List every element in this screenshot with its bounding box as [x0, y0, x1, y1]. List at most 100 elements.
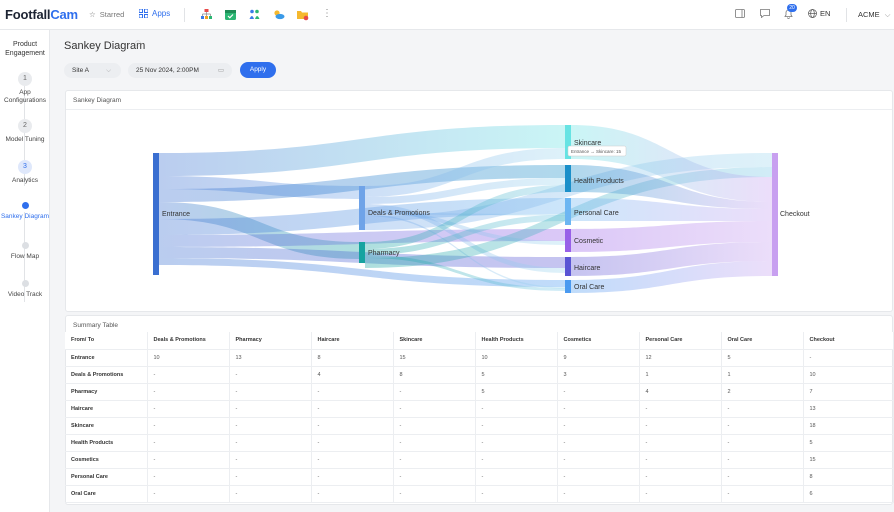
node-label-checkout: Checkout — [780, 211, 810, 218]
table-cell: - — [721, 468, 804, 486]
row-header-cell: Oral Care — [65, 485, 148, 503]
table-cell: - — [475, 434, 558, 452]
table-cell: - — [229, 434, 312, 452]
column-header: Haircare — [311, 332, 394, 350]
node-oral[interactable] — [565, 280, 571, 293]
table-cell: - — [721, 451, 804, 469]
table-row: Oral Care - - - - - - - -6 — [65, 485, 894, 503]
node-label-oral: Oral Care — [574, 284, 604, 291]
table-cell: - — [557, 451, 640, 469]
row-header-cell: Haircare — [65, 400, 148, 418]
card-title: Summary Table — [73, 322, 119, 329]
table-cell: - — [721, 485, 804, 503]
table-cell: 13 — [803, 400, 894, 418]
table-cell: 1 — [639, 366, 722, 384]
table-cell: - — [393, 468, 476, 486]
row-header-cell: Health Products — [65, 434, 148, 452]
table-row: Skincare - - - - - - - -18 — [65, 417, 894, 435]
table-row: Pharmacy - - - -5-4 2 7 — [65, 383, 894, 401]
node-label-haircare: Haircare — [574, 265, 601, 272]
node-cosmetic[interactable] — [565, 229, 571, 252]
table-cell: - — [393, 434, 476, 452]
node-label-cosmetic: Cosmetic — [574, 238, 604, 245]
column-header: Personal Care — [639, 332, 722, 350]
table-cell: - — [475, 485, 558, 503]
table-cell: - — [721, 417, 804, 435]
table-cell: 10 — [475, 349, 558, 367]
node-deals[interactable] — [359, 186, 365, 230]
link-tooltip: Entrance → Skincare: 15 — [567, 145, 627, 157]
table-cell: - — [639, 400, 722, 418]
table-cell: - — [147, 451, 230, 469]
row-header-cell: Entrance — [65, 349, 148, 367]
table-cell: - — [475, 451, 558, 469]
node-health[interactable] — [565, 165, 571, 192]
table-cell: - — [147, 383, 230, 401]
table-cell: 2 — [721, 383, 804, 401]
table-cell: - — [393, 451, 476, 469]
column-header: Oral Care — [721, 332, 804, 350]
table-cell: - — [639, 417, 722, 435]
table-cell: 3 — [557, 366, 640, 384]
table-cell: - — [311, 451, 394, 469]
table-cell: - — [311, 485, 394, 503]
table-cell: - — [721, 434, 804, 452]
table-cell: 6 — [803, 485, 894, 503]
table-cell: - — [311, 400, 394, 418]
row-header-cell: Cosmetics — [65, 451, 148, 469]
column-header: Cosmetics — [557, 332, 640, 350]
table-cell: - — [475, 417, 558, 435]
table-cell: 8 — [803, 468, 894, 486]
row-header-cell: Personal Care — [65, 468, 148, 486]
table-cell: 10 — [803, 366, 894, 384]
table-cell: - — [557, 383, 640, 401]
table-cell: 5 — [721, 349, 804, 367]
table-row: Haircare - - - - - - - -13 — [65, 400, 894, 418]
table-cell: - — [229, 417, 312, 435]
table-cell: - — [311, 383, 394, 401]
table-cell: - — [393, 417, 476, 435]
table-row: Entrance 10 13 8 15 10 9 12 5- — [65, 349, 894, 367]
node-label-pharmacy: Pharmacy — [368, 250, 400, 257]
node-entrance[interactable] — [153, 153, 159, 275]
table-cell: - — [311, 417, 394, 435]
row-header-cell: Pharmacy — [65, 383, 148, 401]
table-cell: - — [639, 451, 722, 469]
node-personal[interactable] — [565, 198, 571, 225]
table-cell: 1 — [721, 366, 804, 384]
table-cell: - — [557, 417, 640, 435]
table-cell: - — [557, 468, 640, 486]
table-cell: - — [229, 366, 312, 384]
sankey-links — [159, 125, 772, 293]
node-label-personal: Personal Care — [574, 210, 619, 217]
table-cell: - — [639, 468, 722, 486]
node-label-entrance: Entrance — [162, 211, 190, 218]
table-header-row: From/ To Deals & Promotions Pharmacy Hairca… — [65, 332, 894, 350]
table-row: Deals & Promotions - -4 8 5 3 1 1 10 — [65, 366, 894, 384]
column-header: Skincare — [393, 332, 476, 350]
node-checkout[interactable] — [772, 153, 778, 276]
table-cell: 4 — [311, 366, 394, 384]
table-cell: 10 — [147, 349, 230, 367]
row-header-cell: Deals & Promotions — [65, 366, 148, 384]
table-cell: - — [639, 485, 722, 503]
table-cell: 9 — [557, 349, 640, 367]
table-cell: - — [557, 434, 640, 452]
table-cell: 18 — [803, 417, 894, 435]
node-haircare[interactable] — [565, 257, 571, 276]
table-cell: - — [147, 417, 230, 435]
table-cell: - — [147, 400, 230, 418]
column-header: Checkout — [803, 332, 894, 350]
table-cell: - — [721, 400, 804, 418]
table-row: Cosmetics - - - - - - - -15 — [65, 451, 894, 469]
node-pharmacy[interactable] — [359, 242, 365, 263]
column-header: Pharmacy — [229, 332, 312, 350]
table-cell: - — [229, 451, 312, 469]
table-cell: 8 — [393, 366, 476, 384]
node-label-deals: Deals & Promotions — [368, 210, 430, 217]
table-cell: - — [147, 366, 230, 384]
table-cell: - — [475, 400, 558, 418]
table-cell: - — [639, 434, 722, 452]
table-cell: - — [393, 383, 476, 401]
table-row: Personal Care - - - - - - - -8 — [65, 468, 894, 486]
